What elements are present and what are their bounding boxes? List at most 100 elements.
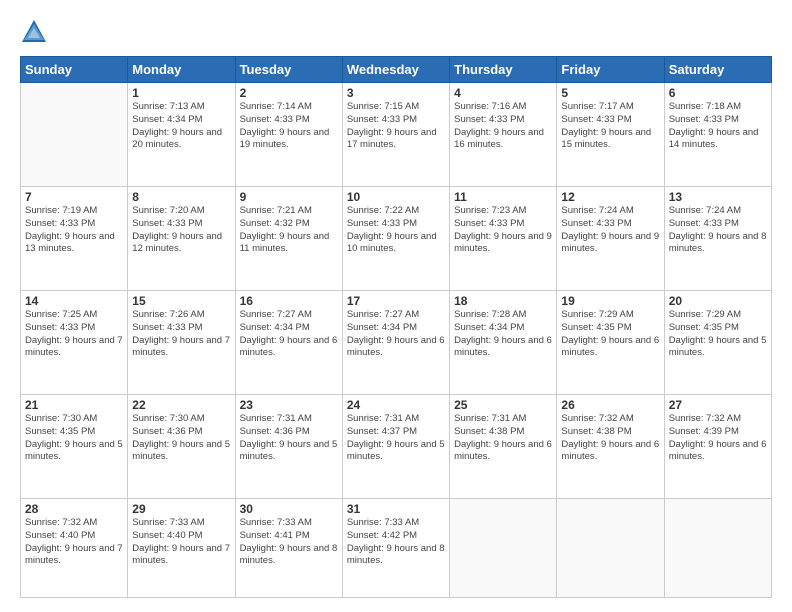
day-info: Sunrise: 7:33 AMSunset: 4:42 PMDaylight:… bbox=[347, 517, 445, 568]
calendar-cell: 6Sunrise: 7:18 AMSunset: 4:33 PMDaylight… bbox=[664, 83, 771, 187]
day-number: 11 bbox=[454, 190, 552, 204]
day-number: 6 bbox=[669, 86, 767, 100]
calendar-cell bbox=[450, 499, 557, 598]
day-number: 27 bbox=[669, 398, 767, 412]
day-number: 8 bbox=[132, 190, 230, 204]
calendar-cell: 13Sunrise: 7:24 AMSunset: 4:33 PMDayligh… bbox=[664, 187, 771, 291]
calendar-cell: 20Sunrise: 7:29 AMSunset: 4:35 PMDayligh… bbox=[664, 291, 771, 395]
calendar-week-2: 7Sunrise: 7:19 AMSunset: 4:33 PMDaylight… bbox=[21, 187, 772, 291]
day-number: 10 bbox=[347, 190, 445, 204]
calendar-cell: 2Sunrise: 7:14 AMSunset: 4:33 PMDaylight… bbox=[235, 83, 342, 187]
day-number: 17 bbox=[347, 294, 445, 308]
day-info: Sunrise: 7:22 AMSunset: 4:33 PMDaylight:… bbox=[347, 205, 445, 256]
day-number: 13 bbox=[669, 190, 767, 204]
day-number: 15 bbox=[132, 294, 230, 308]
calendar-cell bbox=[557, 499, 664, 598]
weekday-header-saturday: Saturday bbox=[664, 57, 771, 83]
day-info: Sunrise: 7:33 AMSunset: 4:40 PMDaylight:… bbox=[132, 517, 230, 568]
day-number: 7 bbox=[25, 190, 123, 204]
day-number: 20 bbox=[669, 294, 767, 308]
calendar-cell: 5Sunrise: 7:17 AMSunset: 4:33 PMDaylight… bbox=[557, 83, 664, 187]
calendar-cell: 19Sunrise: 7:29 AMSunset: 4:35 PMDayligh… bbox=[557, 291, 664, 395]
day-number: 2 bbox=[240, 86, 338, 100]
calendar-cell: 4Sunrise: 7:16 AMSunset: 4:33 PMDaylight… bbox=[450, 83, 557, 187]
day-number: 23 bbox=[240, 398, 338, 412]
calendar-header-row: SundayMondayTuesdayWednesdayThursdayFrid… bbox=[21, 57, 772, 83]
calendar-cell: 25Sunrise: 7:31 AMSunset: 4:38 PMDayligh… bbox=[450, 395, 557, 499]
day-number: 14 bbox=[25, 294, 123, 308]
calendar-cell: 28Sunrise: 7:32 AMSunset: 4:40 PMDayligh… bbox=[21, 499, 128, 598]
day-number: 31 bbox=[347, 502, 445, 516]
calendar-cell: 27Sunrise: 7:32 AMSunset: 4:39 PMDayligh… bbox=[664, 395, 771, 499]
day-info: Sunrise: 7:32 AMSunset: 4:40 PMDaylight:… bbox=[25, 517, 123, 568]
calendar-week-3: 14Sunrise: 7:25 AMSunset: 4:33 PMDayligh… bbox=[21, 291, 772, 395]
calendar-cell: 31Sunrise: 7:33 AMSunset: 4:42 PMDayligh… bbox=[342, 499, 449, 598]
calendar-cell: 11Sunrise: 7:23 AMSunset: 4:33 PMDayligh… bbox=[450, 187, 557, 291]
day-info: Sunrise: 7:18 AMSunset: 4:33 PMDaylight:… bbox=[669, 101, 767, 152]
calendar-cell: 10Sunrise: 7:22 AMSunset: 4:33 PMDayligh… bbox=[342, 187, 449, 291]
header bbox=[20, 18, 772, 46]
day-info: Sunrise: 7:24 AMSunset: 4:33 PMDaylight:… bbox=[561, 205, 659, 256]
logo-icon bbox=[20, 18, 48, 46]
day-number: 29 bbox=[132, 502, 230, 516]
day-number: 3 bbox=[347, 86, 445, 100]
calendar-cell: 24Sunrise: 7:31 AMSunset: 4:37 PMDayligh… bbox=[342, 395, 449, 499]
calendar-cell: 7Sunrise: 7:19 AMSunset: 4:33 PMDaylight… bbox=[21, 187, 128, 291]
logo bbox=[20, 18, 52, 46]
day-info: Sunrise: 7:24 AMSunset: 4:33 PMDaylight:… bbox=[669, 205, 767, 256]
day-info: Sunrise: 7:13 AMSunset: 4:34 PMDaylight:… bbox=[132, 101, 230, 152]
day-info: Sunrise: 7:29 AMSunset: 4:35 PMDaylight:… bbox=[561, 309, 659, 360]
day-number: 4 bbox=[454, 86, 552, 100]
day-info: Sunrise: 7:31 AMSunset: 4:36 PMDaylight:… bbox=[240, 413, 338, 464]
day-info: Sunrise: 7:23 AMSunset: 4:33 PMDaylight:… bbox=[454, 205, 552, 256]
weekday-header-thursday: Thursday bbox=[450, 57, 557, 83]
calendar-cell: 18Sunrise: 7:28 AMSunset: 4:34 PMDayligh… bbox=[450, 291, 557, 395]
calendar-week-5: 28Sunrise: 7:32 AMSunset: 4:40 PMDayligh… bbox=[21, 499, 772, 598]
calendar-cell: 17Sunrise: 7:27 AMSunset: 4:34 PMDayligh… bbox=[342, 291, 449, 395]
day-info: Sunrise: 7:17 AMSunset: 4:33 PMDaylight:… bbox=[561, 101, 659, 152]
calendar-cell: 29Sunrise: 7:33 AMSunset: 4:40 PMDayligh… bbox=[128, 499, 235, 598]
calendar-cell: 22Sunrise: 7:30 AMSunset: 4:36 PMDayligh… bbox=[128, 395, 235, 499]
day-info: Sunrise: 7:29 AMSunset: 4:35 PMDaylight:… bbox=[669, 309, 767, 360]
calendar-cell: 15Sunrise: 7:26 AMSunset: 4:33 PMDayligh… bbox=[128, 291, 235, 395]
day-number: 26 bbox=[561, 398, 659, 412]
day-number: 1 bbox=[132, 86, 230, 100]
day-info: Sunrise: 7:27 AMSunset: 4:34 PMDaylight:… bbox=[347, 309, 445, 360]
calendar-cell: 3Sunrise: 7:15 AMSunset: 4:33 PMDaylight… bbox=[342, 83, 449, 187]
calendar-cell: 16Sunrise: 7:27 AMSunset: 4:34 PMDayligh… bbox=[235, 291, 342, 395]
day-info: Sunrise: 7:32 AMSunset: 4:39 PMDaylight:… bbox=[669, 413, 767, 464]
calendar-cell: 21Sunrise: 7:30 AMSunset: 4:35 PMDayligh… bbox=[21, 395, 128, 499]
calendar-cell: 9Sunrise: 7:21 AMSunset: 4:32 PMDaylight… bbox=[235, 187, 342, 291]
day-info: Sunrise: 7:30 AMSunset: 4:35 PMDaylight:… bbox=[25, 413, 123, 464]
day-info: Sunrise: 7:28 AMSunset: 4:34 PMDaylight:… bbox=[454, 309, 552, 360]
calendar-week-1: 1Sunrise: 7:13 AMSunset: 4:34 PMDaylight… bbox=[21, 83, 772, 187]
day-info: Sunrise: 7:19 AMSunset: 4:33 PMDaylight:… bbox=[25, 205, 123, 256]
weekday-header-friday: Friday bbox=[557, 57, 664, 83]
calendar: SundayMondayTuesdayWednesdayThursdayFrid… bbox=[20, 56, 772, 598]
day-number: 21 bbox=[25, 398, 123, 412]
day-number: 18 bbox=[454, 294, 552, 308]
calendar-cell: 30Sunrise: 7:33 AMSunset: 4:41 PMDayligh… bbox=[235, 499, 342, 598]
calendar-cell: 1Sunrise: 7:13 AMSunset: 4:34 PMDaylight… bbox=[128, 83, 235, 187]
day-number: 28 bbox=[25, 502, 123, 516]
weekday-header-tuesday: Tuesday bbox=[235, 57, 342, 83]
calendar-cell: 8Sunrise: 7:20 AMSunset: 4:33 PMDaylight… bbox=[128, 187, 235, 291]
day-number: 30 bbox=[240, 502, 338, 516]
day-number: 22 bbox=[132, 398, 230, 412]
day-info: Sunrise: 7:26 AMSunset: 4:33 PMDaylight:… bbox=[132, 309, 230, 360]
calendar-cell: 23Sunrise: 7:31 AMSunset: 4:36 PMDayligh… bbox=[235, 395, 342, 499]
day-number: 24 bbox=[347, 398, 445, 412]
day-number: 16 bbox=[240, 294, 338, 308]
day-info: Sunrise: 7:27 AMSunset: 4:34 PMDaylight:… bbox=[240, 309, 338, 360]
day-number: 12 bbox=[561, 190, 659, 204]
day-info: Sunrise: 7:31 AMSunset: 4:38 PMDaylight:… bbox=[454, 413, 552, 464]
day-info: Sunrise: 7:25 AMSunset: 4:33 PMDaylight:… bbox=[25, 309, 123, 360]
calendar-cell bbox=[21, 83, 128, 187]
weekday-header-sunday: Sunday bbox=[21, 57, 128, 83]
weekday-header-wednesday: Wednesday bbox=[342, 57, 449, 83]
day-info: Sunrise: 7:20 AMSunset: 4:33 PMDaylight:… bbox=[132, 205, 230, 256]
day-info: Sunrise: 7:14 AMSunset: 4:33 PMDaylight:… bbox=[240, 101, 338, 152]
day-number: 5 bbox=[561, 86, 659, 100]
calendar-cell: 14Sunrise: 7:25 AMSunset: 4:33 PMDayligh… bbox=[21, 291, 128, 395]
calendar-cell bbox=[664, 499, 771, 598]
